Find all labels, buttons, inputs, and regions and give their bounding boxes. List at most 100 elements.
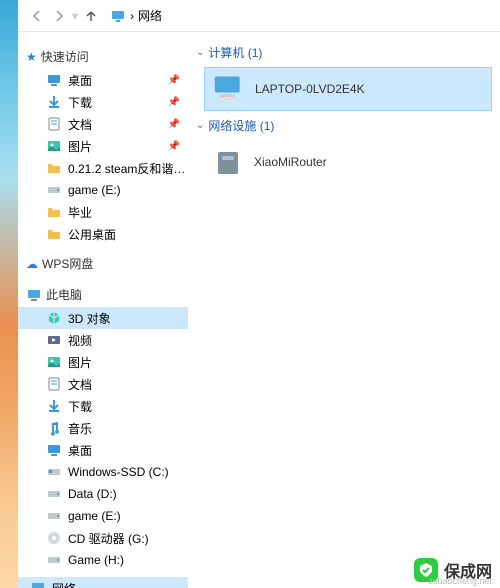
sidebar-item-network[interactable]: 网络 xyxy=(18,577,188,588)
router-icon xyxy=(212,146,244,178)
watermark-url: zsbaocheng.net xyxy=(428,576,492,586)
folder-icon xyxy=(46,226,62,242)
quick-access-header[interactable]: ★ 快速访问 xyxy=(18,44,188,69)
breadcrumb-sep: › xyxy=(130,9,134,23)
network-label: 网络 xyxy=(52,580,76,588)
desktop-icon xyxy=(46,72,62,88)
cloud-icon: ☁ xyxy=(26,257,38,271)
picture-icon xyxy=(46,138,62,154)
sidebar-item[interactable]: 音乐 xyxy=(18,417,188,439)
document-icon xyxy=(46,376,62,392)
sidebar-item[interactable]: 下载 xyxy=(18,395,188,417)
quick-access-label: 快速访问 xyxy=(41,48,89,65)
tree-item-label: 音乐 xyxy=(68,420,92,437)
cd-icon xyxy=(46,530,62,546)
pin-icon: 📌 xyxy=(168,119,180,130)
tree-item-label: 图片 xyxy=(68,138,92,155)
pin-icon: 📌 xyxy=(168,97,180,108)
breadcrumb-location: 网络 xyxy=(138,7,162,24)
sidebar-item[interactable]: CD 驱动器 (G:) xyxy=(18,527,188,549)
sidebar-item[interactable]: 毕业 xyxy=(18,201,188,223)
sidebar-item[interactable]: 桌面 📌 xyxy=(18,69,188,91)
chevron-down-icon: ⌄ xyxy=(196,47,204,58)
explorer-window: ▾ › 网络 ★ 快速访问 桌面 📌 下载 📌 文档 📌 图片 📌 0.21.2 steam反和… xyxy=(18,0,500,588)
drive-icon xyxy=(46,182,62,198)
folder-icon xyxy=(46,160,62,176)
main-pane: ⌄ 计算机 (1) LAPTOP-0LVD2E4K ⌄ 网络设施 (1) XiaoMiRo… xyxy=(188,32,500,588)
device-item[interactable]: LAPTOP-0LVD2E4K xyxy=(204,67,492,111)
pin-icon: 📌 xyxy=(168,75,180,86)
tree-item-label: 文档 xyxy=(68,376,92,393)
picture-icon xyxy=(46,354,62,370)
sidebar-item[interactable]: Data (D:) xyxy=(18,483,188,505)
tree-item-label: 桌面 xyxy=(68,442,92,459)
tree-item-label: 0.21.2 steam反和谐补丁 xyxy=(68,160,188,177)
drive-icon xyxy=(46,486,62,502)
sidebar-item[interactable]: 文档 📌 xyxy=(18,113,188,135)
network-icon xyxy=(30,580,46,588)
tree-item-label: Data (D:) xyxy=(68,487,117,501)
window-accent-bar xyxy=(0,0,18,588)
group-header[interactable]: ⌄ 计算机 (1) xyxy=(188,40,500,65)
content-area: ★ 快速访问 桌面 📌 下载 📌 文档 📌 图片 📌 0.21.2 steam反和谐补丁 game… xyxy=(18,32,500,588)
group-title: 计算机 (1) xyxy=(208,44,262,61)
wps-label: WPS网盘 xyxy=(42,255,93,272)
tree-item-label: 公用桌面 xyxy=(68,226,116,243)
desktop-icon xyxy=(46,442,62,458)
document-icon xyxy=(46,116,62,132)
tree-item-label: CD 驱动器 (G:) xyxy=(68,530,149,547)
3d-icon xyxy=(46,310,62,326)
sidebar-item[interactable]: Game (H:) xyxy=(18,549,188,571)
tree-item-label: Game (H:) xyxy=(68,553,124,567)
nav-separator: ▾ xyxy=(72,9,78,23)
download-icon xyxy=(46,398,62,414)
sidebar-item[interactable]: 3D 对象 xyxy=(18,307,188,329)
music-icon xyxy=(46,420,62,436)
drive-icon xyxy=(46,552,62,568)
group-title: 网络设施 (1) xyxy=(208,117,274,134)
sidebar-item[interactable]: 桌面 xyxy=(18,439,188,461)
tree-item-label: 视频 xyxy=(68,332,92,349)
pc-icon xyxy=(26,287,42,303)
pin-icon: 📌 xyxy=(168,141,180,152)
device-label: XiaoMiRouter xyxy=(254,155,327,169)
up-button[interactable] xyxy=(80,5,102,27)
sidebar-item[interactable]: game (E:) xyxy=(18,505,188,527)
tree-item-label: 图片 xyxy=(68,354,92,371)
this-pc-label: 此电脑 xyxy=(46,286,82,303)
back-button[interactable] xyxy=(26,5,48,27)
tree-item-label: 下载 xyxy=(68,398,92,415)
tree-item-label: game (E:) xyxy=(68,183,121,197)
group-header[interactable]: ⌄ 网络设施 (1) xyxy=(188,113,500,138)
download-icon xyxy=(46,94,62,110)
breadcrumb[interactable]: › 网络 xyxy=(110,7,162,24)
device-label: LAPTOP-0LVD2E4K xyxy=(255,82,365,96)
drive-win-icon xyxy=(46,464,62,480)
sidebar-item[interactable]: 公用桌面 xyxy=(18,223,188,245)
sidebar-item[interactable]: 文档 xyxy=(18,373,188,395)
folder-icon xyxy=(46,204,62,220)
this-pc-header[interactable]: 此电脑 xyxy=(18,282,188,307)
sidebar-item[interactable]: 图片 xyxy=(18,351,188,373)
sidebar-item[interactable]: 下载 📌 xyxy=(18,91,188,113)
tree-item-label: 文档 xyxy=(68,116,92,133)
sidebar-item[interactable]: 0.21.2 steam反和谐补丁 xyxy=(18,157,188,179)
tree-item-label: Windows-SSD (C:) xyxy=(68,465,169,479)
sidebar-item[interactable]: Windows-SSD (C:) xyxy=(18,461,188,483)
sidebar-item[interactable]: 视频 xyxy=(18,329,188,351)
sidebar-item[interactable]: game (E:) xyxy=(18,179,188,201)
tree-item-label: 下载 xyxy=(68,94,92,111)
drive-icon xyxy=(46,508,62,524)
forward-button[interactable] xyxy=(48,5,70,27)
sidebar-item[interactable]: 图片 📌 xyxy=(18,135,188,157)
tree-item-label: 桌面 xyxy=(68,72,92,89)
network-icon xyxy=(110,8,126,24)
computer-icon xyxy=(213,73,245,105)
tree-item-label: 3D 对象 xyxy=(68,310,111,327)
wps-header[interactable]: ☁ WPS网盘 xyxy=(18,251,188,276)
device-item[interactable]: XiaoMiRouter xyxy=(204,140,492,184)
tree-item-label: 毕业 xyxy=(68,204,92,221)
chevron-down-icon: ⌄ xyxy=(196,120,204,131)
tree-item-label: game (E:) xyxy=(68,509,121,523)
video-icon xyxy=(46,332,62,348)
